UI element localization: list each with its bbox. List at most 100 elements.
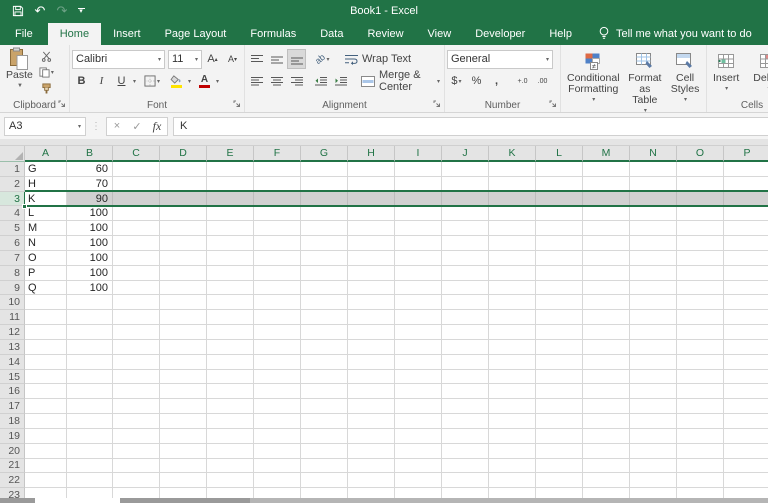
row-header-21[interactable]: 21 — [0, 459, 25, 474]
cell-B14[interactable] — [67, 355, 113, 370]
cell-P21[interactable] — [724, 459, 768, 474]
cell-C13[interactable] — [113, 340, 160, 355]
row-header-15[interactable]: 15 — [0, 370, 25, 385]
cell-I9[interactable] — [395, 281, 442, 296]
cell-J14[interactable] — [442, 355, 489, 370]
cell-I14[interactable] — [395, 355, 442, 370]
underline-button[interactable]: U — [112, 71, 131, 91]
cell-M20[interactable] — [583, 444, 630, 459]
cell-F8[interactable] — [254, 266, 301, 281]
cell-L6[interactable] — [536, 236, 583, 251]
cell-H17[interactable] — [348, 399, 395, 414]
cell-F13[interactable] — [254, 340, 301, 355]
tab-developer[interactable]: Developer — [463, 23, 537, 45]
top-align-icon[interactable] — [247, 49, 266, 69]
cell-D17[interactable] — [160, 399, 207, 414]
cell-D6[interactable] — [160, 236, 207, 251]
number-dialog-launcher-icon[interactable] — [549, 100, 557, 108]
cell-L22[interactable] — [536, 473, 583, 488]
cell-D22[interactable] — [160, 473, 207, 488]
cell-P2[interactable] — [724, 177, 768, 192]
cell-J11[interactable] — [442, 310, 489, 325]
italic-button[interactable]: I — [92, 71, 111, 91]
paste-button[interactable]: Paste ▼ — [2, 48, 37, 98]
cell-K19[interactable] — [489, 429, 536, 444]
cell-G1[interactable] — [301, 162, 348, 177]
cell-C3[interactable] — [113, 192, 160, 207]
cell-H20[interactable] — [348, 444, 395, 459]
cell-F3[interactable] — [254, 192, 301, 207]
cell-E11[interactable] — [207, 310, 254, 325]
cell-L8[interactable] — [536, 266, 583, 281]
cell-O4[interactable] — [677, 206, 724, 221]
currency-format-button[interactable]: $▾ — [447, 71, 466, 91]
cell-K8[interactable] — [489, 266, 536, 281]
cell-N22[interactable] — [630, 473, 677, 488]
cell-C18[interactable] — [113, 414, 160, 429]
cell-E10[interactable] — [207, 295, 254, 310]
cell-E18[interactable] — [207, 414, 254, 429]
cell-C8[interactable] — [113, 266, 160, 281]
format-as-table-button[interactable]: Format as Table ▾ — [624, 48, 667, 113]
cell-E19[interactable] — [207, 429, 254, 444]
cell-K12[interactable] — [489, 325, 536, 340]
cell-H8[interactable] — [348, 266, 395, 281]
cell-A6[interactable]: N — [25, 236, 67, 251]
cell-G9[interactable] — [301, 281, 348, 296]
cell-D12[interactable] — [160, 325, 207, 340]
cell-N2[interactable] — [630, 177, 677, 192]
comma-format-button[interactable]: , — [487, 71, 506, 91]
cell-D7[interactable] — [160, 251, 207, 266]
cell-A20[interactable] — [25, 444, 67, 459]
cell-N11[interactable] — [630, 310, 677, 325]
cell-A4[interactable]: L — [25, 206, 67, 221]
increase-indent-icon[interactable] — [331, 71, 350, 91]
font-name-select[interactable]: Calibri▾ — [72, 50, 165, 69]
cell-M5[interactable] — [583, 221, 630, 236]
cell-O10[interactable] — [677, 295, 724, 310]
underline-caret-icon[interactable]: ▾ — [133, 78, 136, 85]
cell-D2[interactable] — [160, 177, 207, 192]
cell-M12[interactable] — [583, 325, 630, 340]
cell-G15[interactable] — [301, 370, 348, 385]
cell-G4[interactable] — [301, 206, 348, 221]
column-header-N[interactable]: N — [630, 146, 677, 162]
cell-D1[interactable] — [160, 162, 207, 177]
cell-L1[interactable] — [536, 162, 583, 177]
cell-E17[interactable] — [207, 399, 254, 414]
align-left-icon[interactable] — [247, 71, 266, 91]
cell-D13[interactable] — [160, 340, 207, 355]
cell-C15[interactable] — [113, 370, 160, 385]
cell-B6[interactable]: 100 — [67, 236, 113, 251]
cell-J8[interactable] — [442, 266, 489, 281]
cell-J6[interactable] — [442, 236, 489, 251]
insert-cells-button[interactable]: Insert ▾ — [709, 48, 743, 98]
cell-B18[interactable] — [67, 414, 113, 429]
active-sheet-tab-edge[interactable] — [35, 498, 120, 503]
cell-H15[interactable] — [348, 370, 395, 385]
formula-input[interactable]: K — [173, 117, 768, 136]
cell-G20[interactable] — [301, 444, 348, 459]
cell-A2[interactable]: H — [25, 177, 67, 192]
cell-J7[interactable] — [442, 251, 489, 266]
cell-K22[interactable] — [489, 473, 536, 488]
cell-P20[interactable] — [724, 444, 768, 459]
cell-E14[interactable] — [207, 355, 254, 370]
cell-L11[interactable] — [536, 310, 583, 325]
cell-A11[interactable] — [25, 310, 67, 325]
column-header-J[interactable]: J — [442, 146, 489, 162]
column-header-H[interactable]: H — [348, 146, 395, 162]
cell-L10[interactable] — [536, 295, 583, 310]
cell-C4[interactable] — [113, 206, 160, 221]
cell-N8[interactable] — [630, 266, 677, 281]
row-header-5[interactable]: 5 — [0, 221, 25, 236]
cell-N9[interactable] — [630, 281, 677, 296]
cell-H4[interactable] — [348, 206, 395, 221]
cell-B9[interactable]: 100 — [67, 281, 113, 296]
tab-insert[interactable]: Insert — [101, 23, 153, 45]
cell-F17[interactable] — [254, 399, 301, 414]
cell-C21[interactable] — [113, 459, 160, 474]
cell-A21[interactable] — [25, 459, 67, 474]
cell-N3[interactable] — [630, 192, 677, 207]
cell-O9[interactable] — [677, 281, 724, 296]
